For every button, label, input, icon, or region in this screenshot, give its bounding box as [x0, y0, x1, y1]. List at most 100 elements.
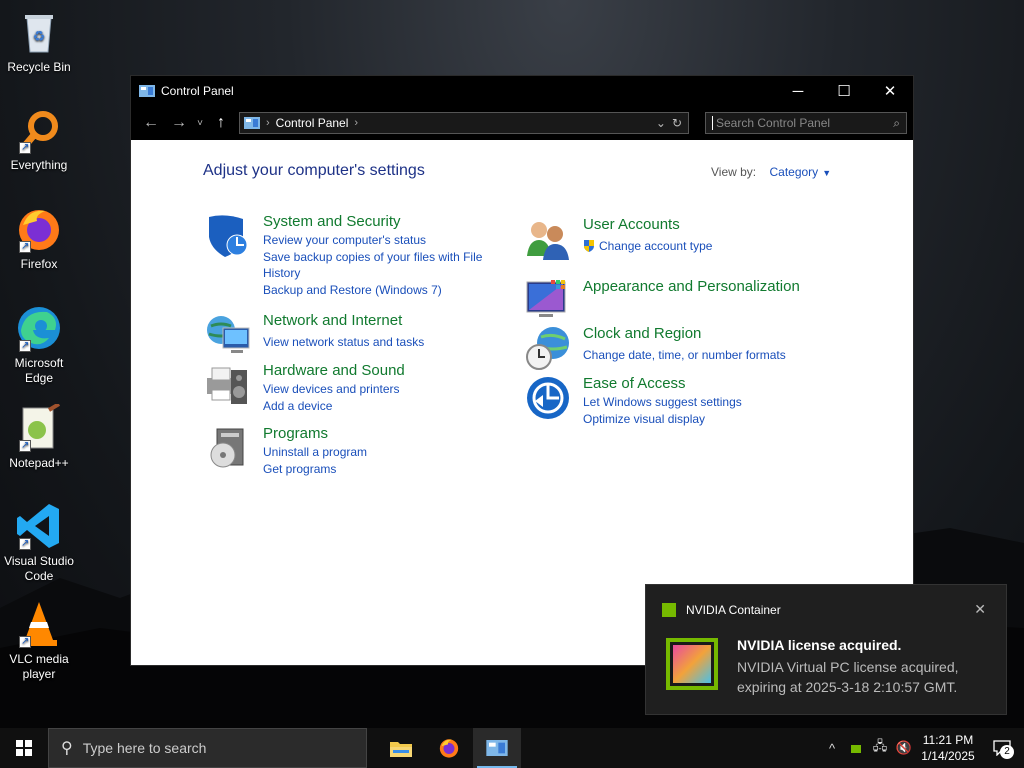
category-title-clock-region[interactable]: Clock and Region [583, 325, 823, 343]
network-icon[interactable]: 🖧 [868, 737, 892, 759]
firefox-icon [15, 205, 63, 254]
search-icon: ⚲ [61, 740, 73, 757]
taskbar: ⚲ Type here to search ^ 🖧 🔇 11:21 PM 1/1… [0, 728, 1024, 768]
desktop-icon-firefox[interactable]: Firefox [0, 205, 78, 272]
taskbar-firefox[interactable] [425, 728, 473, 768]
network-globe-icon[interactable] [205, 312, 251, 358]
dropdown-caret-icon[interactable]: ▼ [822, 168, 831, 178]
desktop-icon-vlc[interactable]: VLC media player [0, 600, 78, 682]
shield-icon[interactable] [205, 213, 251, 259]
link-optimize-display[interactable]: Optimize visual display [583, 411, 823, 427]
appearance-monitor-icon[interactable] [525, 278, 571, 324]
edge-icon [15, 304, 63, 353]
control-panel-icon [486, 740, 508, 756]
clock[interactable]: 11:21 PM 1/14/2025 [916, 732, 980, 764]
desktop-icon-everything[interactable]: Everything [0, 106, 78, 173]
desktop-icon-label: Recycle Bin [7, 60, 71, 74]
ease-of-access-icon[interactable] [525, 375, 571, 421]
maximize-button[interactable]: ☐ [821, 76, 867, 106]
printer-speaker-icon[interactable] [205, 362, 251, 408]
link-date-time-formats[interactable]: Change date, time, or number formats [583, 347, 823, 363]
refresh-icon[interactable]: ↻ [672, 116, 682, 130]
shortcut-arrow-icon [19, 239, 31, 254]
breadcrumb-control-panel[interactable]: Control Panel [276, 116, 349, 130]
back-arrow-icon[interactable]: ← [137, 114, 165, 132]
link-review-status[interactable]: Review your computer's status [263, 232, 503, 248]
clock-time: 11:21 PM [922, 733, 974, 747]
recycle-bin-icon: ♻ [15, 8, 63, 56]
desktop-icon-notepadpp[interactable]: Notepad++ [0, 402, 78, 471]
search-icon[interactable]: ⌕ [893, 116, 900, 131]
desktop-icon-edge[interactable]: Microsoft Edge [0, 304, 78, 386]
category-title-appearance[interactable]: Appearance and Personalization [583, 278, 823, 296]
category-title-system-security[interactable]: System and Security [263, 213, 503, 231]
vscode-icon [15, 502, 63, 551]
volume-muted-icon[interactable]: 🔇 [892, 740, 916, 756]
start-button[interactable] [0, 728, 48, 768]
everything-search-icon [15, 106, 63, 155]
minimize-button[interactable]: ─ [775, 76, 821, 106]
link-add-device[interactable]: Add a device [263, 398, 503, 414]
category-title-ease-of-access[interactable]: Ease of Access [583, 375, 823, 393]
search-input[interactable] [712, 116, 894, 130]
category-title-user-accounts[interactable]: User Accounts [583, 216, 823, 234]
title-bar[interactable]: Control Panel ─ ☐ ✕ [131, 76, 913, 106]
toast-body: NVIDIA Virtual PC license acquired, expi… [737, 659, 959, 695]
uac-shield-icon [584, 240, 594, 252]
users-icon[interactable] [525, 216, 571, 262]
show-hidden-icons-chevron-icon[interactable]: ^ [820, 741, 844, 756]
nvidia-tray-icon[interactable] [844, 741, 868, 756]
control-panel-window: Control Panel ─ ☐ ✕ ← → ˅ ↑ › Control Pa… [130, 75, 914, 666]
vlc-icon [15, 600, 63, 649]
toast-close-button[interactable]: ✕ [974, 601, 986, 618]
action-center-button[interactable]: 2 [980, 728, 1024, 768]
up-arrow-icon[interactable]: ↑ [207, 114, 235, 132]
category-title-programs[interactable]: Programs [263, 425, 503, 443]
taskbar-file-explorer[interactable] [377, 728, 425, 768]
close-button[interactable]: ✕ [867, 76, 913, 106]
control-panel-icon [244, 117, 260, 129]
nvidia-chip-icon [666, 638, 718, 690]
shortcut-arrow-icon [19, 338, 31, 353]
desktop-icon-label: VLC media player [9, 652, 69, 681]
category-title-network-internet[interactable]: Network and Internet [263, 312, 503, 330]
nvidia-logo-icon [662, 603, 676, 617]
recent-locations-chevron-icon[interactable]: ˅ [193, 118, 207, 129]
address-bar[interactable]: › Control Panel › ⌄ ↻ [239, 112, 689, 134]
link-change-account-type[interactable]: Change account type [583, 238, 823, 254]
system-tray: ^ 🖧 🔇 11:21 PM 1/14/2025 2 [820, 728, 1024, 768]
view-by-label: View by: [711, 165, 757, 179]
firefox-icon [439, 739, 459, 758]
desktop-icon-label: Notepad++ [9, 456, 69, 470]
link-network-status[interactable]: View network status and tasks [263, 334, 503, 350]
shortcut-arrow-icon [19, 140, 31, 155]
link-get-programs[interactable]: Get programs [263, 461, 503, 477]
link-suggest-settings[interactable]: Let Windows suggest settings [583, 394, 823, 410]
toast-app-header: NVIDIA Container [662, 603, 781, 617]
toast-app-name: NVIDIA Container [686, 603, 781, 617]
link-devices-printers[interactable]: View devices and printers [263, 381, 503, 397]
forward-arrow-icon[interactable]: → [165, 114, 193, 132]
programs-disc-icon[interactable] [205, 425, 251, 471]
clock-globe-icon[interactable] [525, 325, 571, 371]
breadcrumb-separator[interactable]: › [354, 117, 358, 129]
search-box[interactable]: ⌕ [705, 112, 907, 134]
notification-toast[interactable]: NVIDIA Container ✕ NVIDIA license acquir… [645, 584, 1007, 715]
breadcrumb-separator: › [266, 117, 270, 129]
taskbar-search-box[interactable]: ⚲ Type here to search [48, 728, 367, 768]
link-backup-restore[interactable]: Backup and Restore (Windows 7) [263, 282, 503, 298]
taskbar-control-panel[interactable] [473, 728, 521, 768]
svg-text:♻: ♻ [33, 29, 46, 45]
address-dropdown-chevron-icon[interactable]: ⌄ [656, 116, 666, 130]
file-explorer-icon [390, 742, 412, 757]
desktop-icon-recycle-bin[interactable]: ♻ Recycle Bin [0, 8, 78, 75]
desktop-icon-label: Firefox [20, 257, 58, 271]
link-uninstall-program[interactable]: Uninstall a program [263, 444, 503, 460]
category-title-hardware-sound[interactable]: Hardware and Sound [263, 362, 503, 380]
view-by-dropdown[interactable]: Category [769, 165, 818, 179]
link-change-account-type-label: Change account type [599, 239, 713, 253]
notepadpp-icon [15, 402, 63, 453]
clock-date: 1/14/2025 [921, 749, 975, 763]
link-file-history[interactable]: Save backup copies of your files with Fi… [263, 249, 503, 281]
desktop-icon-vscode[interactable]: Visual Studio Code [0, 502, 78, 584]
